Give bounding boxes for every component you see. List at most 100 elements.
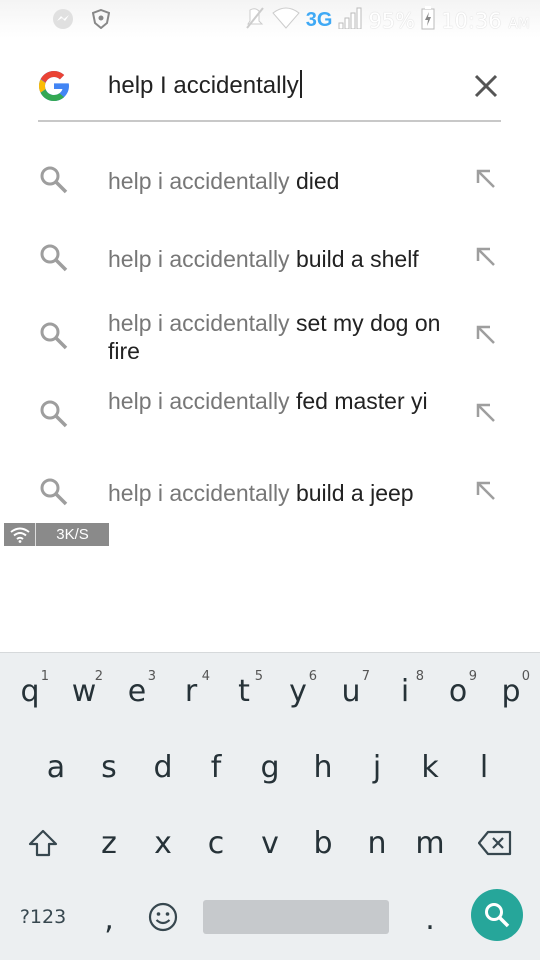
key-label: y [289,673,307,709]
key-m[interactable]: m [403,813,457,873]
key-k[interactable]: k [403,737,457,797]
shift-key[interactable] [16,813,70,873]
key-label: . [425,901,435,937]
key-label: , [104,901,114,937]
key-label: w [71,673,97,709]
fill-query-arrow-icon[interactable] [472,165,500,193]
search-icon [38,242,70,274]
fill-query-arrow-icon[interactable] [472,243,500,271]
key-v[interactable]: v [243,813,297,873]
key-z[interactable]: z [82,813,136,873]
suggestion-item[interactable]: help i accidentally build a jeep [0,452,540,530]
suggestion-item[interactable]: help i accidentally set my dog on fire [0,296,540,374]
key-label: f [210,749,222,785]
key-label: s [101,749,117,785]
google-logo-icon[interactable] [36,68,72,104]
key-label: j [372,749,382,785]
key-e[interactable]: e3 [110,661,164,721]
key-a[interactable]: a [29,737,83,797]
key-r[interactable]: r4 [164,661,218,721]
key-label: u [341,673,361,709]
fill-query-arrow-icon[interactable] [472,477,500,505]
key-label: m [415,825,445,861]
wifi-icon [4,523,36,546]
shield-icon [91,8,111,34]
key-l[interactable]: l [457,737,511,797]
fill-query-arrow-icon[interactable] [472,321,500,349]
key-label: b [313,825,333,861]
key-label: l [479,749,489,785]
key-g[interactable]: g [243,737,297,797]
key-t[interactable]: t5 [217,661,271,721]
key-y[interactable]: y6 [271,661,325,721]
symbols-key[interactable]: ?123 [12,887,74,947]
soft-keyboard: q1 w2 e3 r4 t5 y6 u7 i8 o9 p0 a s d f g … [0,652,540,960]
speed-value: 3K/S [56,526,89,543]
search-input[interactable]: help I accidentally [108,70,302,100]
key-j[interactable]: j [350,737,404,797]
search-icon [38,164,70,196]
text-cursor [299,70,302,98]
emoji-key[interactable] [136,887,190,947]
suggestion-completion: fed master yi [289,388,428,414]
suggestion-prefix: help i accidentally [108,388,290,414]
comma-key[interactable]: , [82,889,136,949]
suggestion-completion: build a jeep [289,480,414,506]
key-u[interactable]: u7 [324,661,378,721]
key-label: ?123 [19,906,67,928]
suggestion-completion: died [289,168,340,194]
suggestion-item[interactable]: help i accidentally build a shelf [0,218,540,296]
key-hint: 4 [201,669,210,684]
network-type: 3G [305,9,333,31]
key-p[interactable]: p0 [484,661,538,721]
key-label: k [421,749,439,785]
key-label: n [367,825,387,861]
key-hint: 7 [361,669,370,684]
clock: 10:36 AM [441,9,530,33]
battery-charging-icon [421,6,435,35]
suggestion-prefix: help i accidentally [108,310,290,336]
key-hint: 3 [147,669,156,684]
suggestion-text: help i accidentally build a jeep [108,479,453,507]
clear-search-button[interactable] [466,66,506,106]
key-q[interactable]: q1 [3,661,57,721]
key-n[interactable]: n [350,813,404,873]
key-label: z [101,825,117,861]
suggestion-item[interactable]: help i accidentally died [0,140,540,218]
key-h[interactable]: h [296,737,350,797]
key-s[interactable]: s [82,737,136,797]
key-hint: 6 [308,669,317,684]
key-hint: 9 [468,669,477,684]
key-x[interactable]: x [136,813,190,873]
fill-query-arrow-icon[interactable] [472,399,500,427]
search-underline [38,120,501,122]
key-label: e [127,673,147,709]
suggestion-completion: build a shelf [289,246,419,272]
key-w[interactable]: w2 [57,661,111,721]
suggestion-text: help i accidentally died [108,167,453,195]
clock-ampm: AM [508,15,530,32]
suggestion-prefix: help i accidentally [108,246,290,272]
spacebar[interactable] [203,900,389,934]
messenger-icon [52,8,74,35]
key-b[interactable]: b [296,813,350,873]
key-label: o [448,673,468,709]
key-i[interactable]: i8 [378,661,432,721]
key-o[interactable]: o9 [431,661,485,721]
backspace-key[interactable] [468,813,522,873]
suggestion-text: help i accidentally fed master yi [108,387,453,415]
status-bar: 3G 95% 10:36 AM [0,0,540,38]
key-c[interactable]: c [189,813,243,873]
key-label: x [154,825,172,861]
suggestion-prefix: help i accidentally [108,168,290,194]
close-icon [474,74,498,98]
key-label: c [207,825,225,861]
keyboard-search-button[interactable] [471,889,523,941]
clock-time: 10:36 [441,8,502,33]
period-key[interactable]: . [403,889,457,949]
suggestion-text: help i accidentally build a shelf [108,245,468,273]
key-f[interactable]: f [189,737,243,797]
key-d[interactable]: d [136,737,190,797]
key-label: h [313,749,333,785]
suggestion-item[interactable]: help i accidentally fed master yi [0,374,540,452]
